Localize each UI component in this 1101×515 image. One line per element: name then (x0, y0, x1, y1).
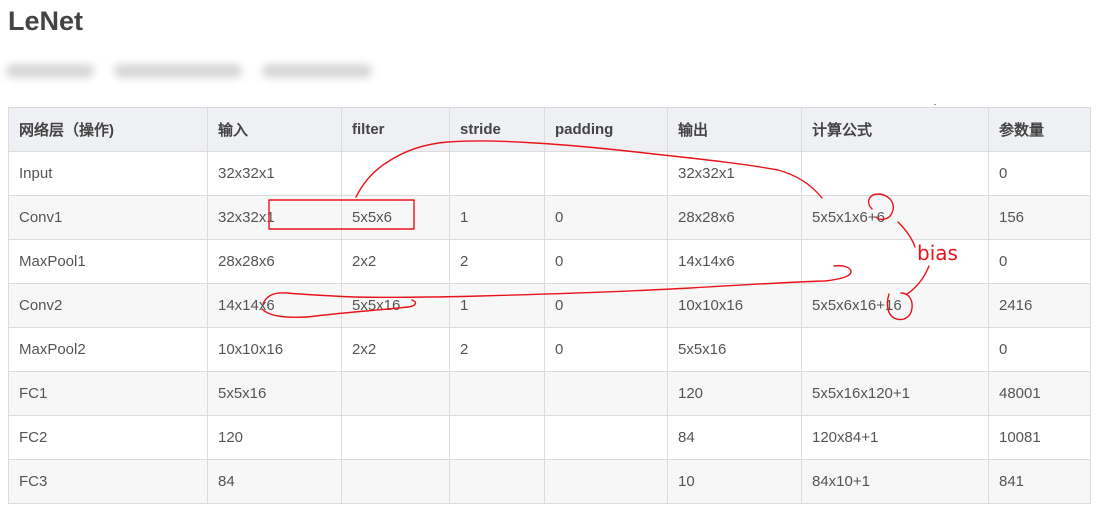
cell-filter (341, 151, 450, 196)
cell-output: 10 (667, 459, 802, 504)
cell-output: 14x14x6 (667, 239, 802, 284)
page-title: LeNet (8, 6, 84, 36)
cell-param-count: 0 (988, 239, 1091, 284)
cell-output: 10x10x16 (667, 283, 802, 328)
table-row: Input 32x32x1 32x32x1 0 (8, 151, 1091, 196)
lenet-layer-table: 网络层（操作) 输入 filter stride padding 输出 计算公式… (8, 107, 1091, 504)
cell-param-count: 0 (988, 327, 1091, 372)
cell-output: 84 (667, 415, 802, 460)
cell-padding (544, 371, 668, 416)
header-formula: 计算公式 (801, 107, 989, 152)
header-filter: filter (341, 107, 450, 152)
cell-stride: 2 (449, 239, 545, 284)
cell-padding: 0 (544, 327, 668, 372)
header-input: 输入 (207, 107, 342, 152)
header-param-count: 参数量 (988, 107, 1091, 152)
cell-param-count: 841 (988, 459, 1091, 504)
cell-layer: Input (8, 151, 208, 196)
cell-stride: 1 (449, 195, 545, 240)
cell-formula (801, 239, 989, 284)
table-row: MaxPool1 28x28x6 2x2 2 0 14x14x6 0 (8, 239, 1091, 284)
cell-layer: MaxPool2 (8, 327, 208, 372)
cell-layer: MaxPool1 (8, 239, 208, 284)
cell-layer: FC3 (8, 459, 208, 504)
blurred-subtitle (4, 58, 384, 84)
cell-filter (341, 459, 450, 504)
cell-input: 28x28x6 (207, 239, 342, 284)
header-stride: stride (449, 107, 545, 152)
cell-input: 32x32x1 (207, 195, 342, 240)
cell-padding (544, 151, 668, 196)
table-row: MaxPool2 10x10x16 2x2 2 0 5x5x16 0 (8, 327, 1091, 372)
cell-filter: 5x5x16 (341, 283, 450, 328)
cell-stride: 1 (449, 283, 545, 328)
cell-padding: 0 (544, 283, 668, 328)
cell-padding (544, 459, 668, 504)
cell-input: 120 (207, 415, 342, 460)
cell-filter (341, 371, 450, 416)
cell-input: 32x32x1 (207, 151, 342, 196)
cell-formula: 5x5x16x120+1 (801, 371, 989, 416)
cell-formula (801, 327, 989, 372)
cell-filter: 2x2 (341, 327, 450, 372)
cell-formula: 5x5x1x6+6 (801, 195, 989, 240)
cell-layer: Conv1 (8, 195, 208, 240)
header-padding: padding (544, 107, 668, 152)
stray-mark (934, 104, 936, 105)
cell-param-count: 0 (988, 151, 1091, 196)
table-row: Conv1 32x32x1 5x5x6 1 0 28x28x6 5x5x1x6+… (8, 195, 1091, 240)
cell-padding: 0 (544, 239, 668, 284)
cell-output: 28x28x6 (667, 195, 802, 240)
cell-input: 14x14x6 (207, 283, 342, 328)
cell-output: 120 (667, 371, 802, 416)
table-row: FC2 120 84 120x84+1 10081 (8, 415, 1091, 460)
table-row: Conv2 14x14x6 5x5x16 1 0 10x10x16 5x5x6x… (8, 283, 1091, 328)
cell-formula: 5x5x6x16+16 (801, 283, 989, 328)
cell-param-count: 156 (988, 195, 1091, 240)
cell-output: 32x32x1 (667, 151, 802, 196)
cell-stride (449, 151, 545, 196)
cell-input: 10x10x16 (207, 327, 342, 372)
cell-param-count: 48001 (988, 371, 1091, 416)
cell-formula: 84x10+1 (801, 459, 989, 504)
cell-formula (801, 151, 989, 196)
cell-input: 5x5x16 (207, 371, 342, 416)
cell-filter: 5x5x6 (341, 195, 450, 240)
header-layer: 网络层（操作) (8, 107, 208, 152)
cell-filter (341, 415, 450, 460)
cell-padding (544, 415, 668, 460)
cell-param-count: 10081 (988, 415, 1091, 460)
cell-stride (449, 371, 545, 416)
cell-stride (449, 459, 545, 504)
cell-stride: 2 (449, 327, 545, 372)
cell-layer: Conv2 (8, 283, 208, 328)
table-header-row: 网络层（操作) 输入 filter stride padding 输出 计算公式… (8, 107, 1091, 152)
table-row: FC3 84 10 84x10+1 841 (8, 459, 1091, 504)
table-row: FC1 5x5x16 120 5x5x16x120+1 48001 (8, 371, 1091, 416)
cell-input: 84 (207, 459, 342, 504)
cell-output: 5x5x16 (667, 327, 802, 372)
header-output: 输出 (667, 107, 802, 152)
cell-filter: 2x2 (341, 239, 450, 284)
cell-layer: FC1 (8, 371, 208, 416)
cell-formula: 120x84+1 (801, 415, 989, 460)
cell-layer: FC2 (8, 415, 208, 460)
cell-stride (449, 415, 545, 460)
cell-param-count: 2416 (988, 283, 1091, 328)
cell-padding: 0 (544, 195, 668, 240)
